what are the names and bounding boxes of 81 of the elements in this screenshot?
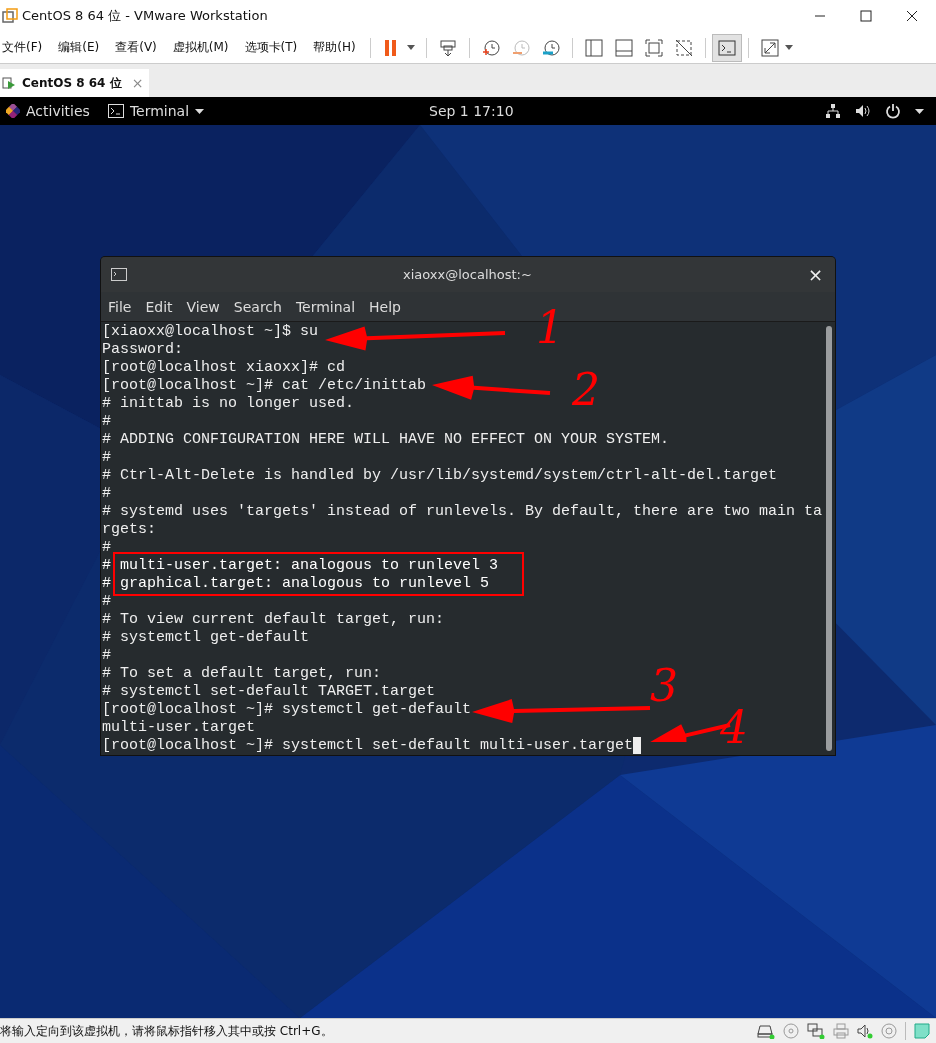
vmware-logo-icon — [2, 8, 18, 24]
terminal-line: # multi-user.target: analogous to runlevel 3 — [102, 557, 499, 575]
maximize-icon[interactable] — [860, 10, 872, 22]
terminal-title: xiaoxx@localhost:~ — [402, 267, 533, 282]
menu-item[interactable]: View — [186, 298, 220, 315]
network-icon[interactable] — [825, 103, 841, 119]
terminal-line: [root@localhost ~]# cat /etc/inittab — [102, 377, 427, 395]
flower-icon — [6, 104, 20, 118]
terminal-line: # — [102, 593, 111, 611]
menu-item[interactable]: 虚拟机(M) — [172, 39, 229, 56]
annotation-number: 3 — [650, 664, 678, 708]
clock-icon — [540, 37, 561, 58]
menu-item[interactable]: Edit — [145, 298, 173, 315]
caret-icon[interactable] — [915, 108, 924, 114]
terminal-line: # — [102, 647, 111, 665]
clock-icon — [510, 37, 531, 58]
menu-item[interactable]: 文件(F) — [2, 39, 43, 56]
close-icon[interactable] — [906, 10, 918, 22]
terminal-line: [root@localhost ~]# systemctl get-default — [102, 701, 472, 719]
terminal-line: rgets: — [102, 521, 156, 539]
vm-tab[interactable]: CentOS 8 64 位 × — [0, 69, 150, 97]
terminal-line: # graphical.target: analogous to runlevel 5 — [102, 575, 490, 593]
caret-icon — [195, 108, 205, 114]
caret-icon — [784, 45, 793, 50]
scrollbar[interactable] — [826, 326, 832, 751]
menu-item[interactable]: 帮助(H) — [313, 39, 356, 56]
crossed-square-icon — [673, 37, 694, 58]
caret-icon — [406, 45, 415, 50]
note-icon[interactable] — [914, 1023, 930, 1039]
hard-disk-icon[interactable] — [757, 1023, 775, 1039]
panel-icon — [583, 37, 604, 58]
console-icon — [716, 37, 737, 58]
terminal-line: # — [102, 449, 111, 467]
terminal-line: # To set a default target, run: — [102, 665, 382, 683]
menu-item[interactable]: 编辑(E) — [58, 39, 100, 56]
terminal-line: # systemd uses 'targets' instead of runlevels. By default, there are two main ta — [102, 503, 823, 521]
activities-button[interactable]: Activities — [2, 103, 94, 119]
terminal-line: # To view current default target, run: — [102, 611, 445, 629]
terminal-line: [root@localhost ~]# systemctl set-default multi-user.target — [102, 737, 642, 755]
menu-item[interactable]: File — [108, 298, 132, 315]
terminal-line: # systemctl get-default — [102, 629, 310, 647]
terminal-line: # systemctl set-default TARGET.target — [102, 683, 436, 701]
tab-label: CentOS 8 64 位 — [22, 74, 122, 92]
annotation-number: 4 — [720, 706, 748, 750]
clock-icon — [480, 37, 501, 58]
power-icon[interactable] — [885, 103, 901, 119]
annotation-number: 1 — [536, 306, 564, 350]
terminal-line: # — [102, 413, 111, 431]
resize-icon — [759, 37, 780, 58]
status-message: 将输入定向到该虚拟机，请将鼠标指针移入其中或按 Ctrl+G。 — [0, 1022, 333, 1040]
speaker-icon[interactable] — [857, 1023, 873, 1039]
terminal-line: # Ctrl-Alt-Delete is handled by /usr/lib/systemd/system/ctrl-alt-del.target — [102, 467, 778, 485]
terminal-icon[interactable] — [111, 268, 127, 281]
terminal-line: # — [102, 539, 111, 557]
terminal-icon — [107, 104, 124, 118]
menu-item[interactable]: 查看(V) — [115, 39, 157, 56]
window-title: CentOS 8 64 位 - VMware Workstation — [22, 7, 268, 25]
keyboard-icon — [437, 37, 458, 58]
terminal-close-button[interactable]: × — [807, 264, 823, 285]
terminal-line: Password: — [102, 341, 183, 359]
menu-item[interactable]: Terminal — [295, 298, 356, 315]
menu-item[interactable]: 选项卡(T) — [244, 39, 298, 56]
terminal-line: [xiaoxx@localhost ~]$ su — [102, 323, 319, 341]
volume-icon[interactable] — [855, 103, 871, 119]
fullscreen-icon — [643, 37, 664, 58]
cursor — [633, 737, 642, 754]
vm-icon — [2, 76, 16, 90]
menu-item[interactable]: Search — [233, 298, 282, 315]
panel-icon — [613, 37, 634, 58]
terminal-line: # inittab is no longer used. — [102, 395, 355, 413]
menu-item[interactable]: Help — [369, 298, 401, 315]
console-tool[interactable] — [711, 33, 742, 62]
disc-icon[interactable] — [881, 1023, 897, 1039]
terminal-line: multi-user.target — [102, 719, 256, 737]
terminal-line: # ADDING CONFIGURATION HERE WILL HAVE NO EFFECT ON YOUR SYSTEM. — [102, 431, 670, 449]
tab-close-button[interactable]: × — [131, 75, 144, 91]
terminal-line: [root@localhost xiaoxx]# cd — [102, 359, 346, 377]
annotation-number: 2 — [572, 368, 600, 412]
app-menu[interactable]: Terminal — [103, 103, 209, 119]
terminal-line: # — [102, 485, 111, 503]
clock[interactable]: Sep 1 17:10 — [429, 103, 514, 119]
